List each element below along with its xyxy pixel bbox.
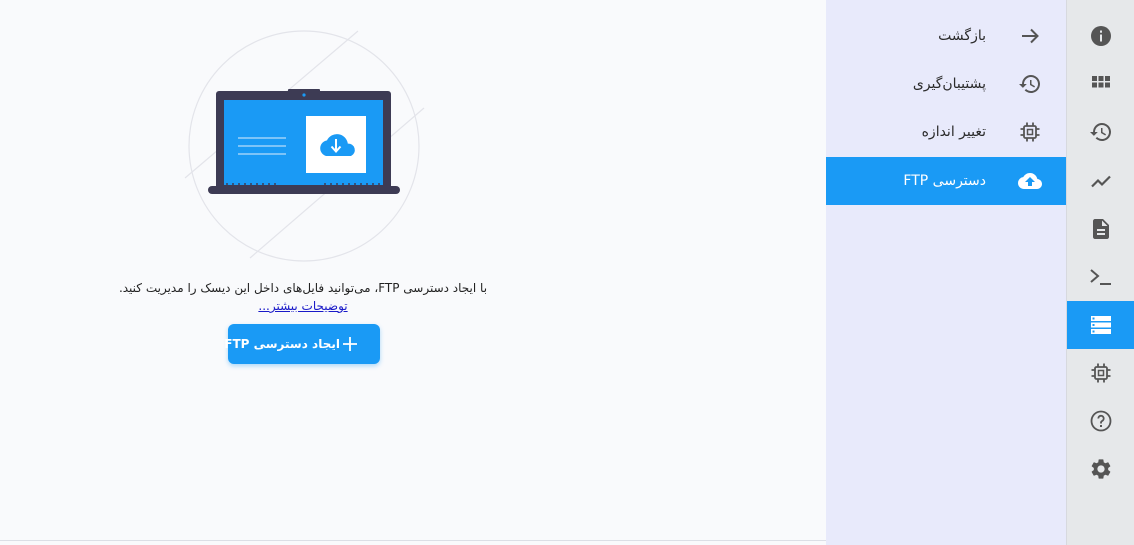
menu-item-label: دسترسی FTP bbox=[903, 173, 986, 189]
chip-icon bbox=[1020, 122, 1040, 142]
menu-item-label: بازگشت bbox=[938, 28, 986, 44]
rail-item-history[interactable] bbox=[1067, 108, 1134, 156]
create-ftp-button[interactable]: ایجاد دسترسی FTP bbox=[224, 324, 380, 364]
arrow-right-icon bbox=[1022, 28, 1039, 44]
chart-line-icon bbox=[1091, 175, 1111, 188]
info-icon bbox=[1091, 26, 1111, 46]
section-menu: بازگشت پشتیبان‌گیری تغییر اندازه دسترسی … bbox=[826, 0, 1066, 545]
rail-item-resources[interactable] bbox=[1067, 349, 1134, 397]
menu-item-label: تغییر اندازه bbox=[921, 124, 986, 140]
more-info-link[interactable]: توضیحات بیشتر... bbox=[258, 299, 347, 313]
help-icon bbox=[1090, 410, 1112, 432]
rail-item-apps[interactable] bbox=[1067, 60, 1134, 108]
rail-item-settings[interactable] bbox=[1067, 445, 1134, 493]
menu-item-resize[interactable]: تغییر اندازه bbox=[826, 108, 1066, 156]
rail-item-info[interactable] bbox=[1067, 12, 1134, 60]
chip-icon bbox=[1091, 363, 1111, 383]
history-icon bbox=[1019, 75, 1040, 93]
rail-item-help[interactable] bbox=[1067, 397, 1134, 445]
icon-sidebar bbox=[1066, 0, 1134, 545]
apps-grid-icon bbox=[1092, 76, 1110, 88]
divider bbox=[0, 540, 826, 541]
description-text: با ایجاد دسترسی FTP، می‌توانید فایل‌های … bbox=[118, 281, 488, 295]
plus-icon bbox=[343, 337, 357, 351]
storage-icon bbox=[1091, 316, 1111, 334]
ftp-description: با ایجاد دسترسی FTP، می‌توانید فایل‌های … bbox=[118, 279, 488, 315]
cloud-upload-icon bbox=[1018, 173, 1042, 189]
rail-item-storage[interactable] bbox=[1067, 301, 1134, 349]
terminal-icon bbox=[1090, 269, 1111, 285]
laptop-cloud-illustration bbox=[184, 30, 425, 262]
document-icon bbox=[1093, 219, 1109, 239]
rail-item-console[interactable] bbox=[1067, 253, 1134, 301]
settings-icon bbox=[1091, 459, 1111, 479]
create-ftp-button-label: ایجاد دسترسی FTP bbox=[224, 337, 340, 351]
menu-item-backup[interactable]: پشتیبان‌گیری bbox=[826, 60, 1066, 108]
rail-item-monitoring[interactable] bbox=[1067, 157, 1134, 205]
main-content: با ایجاد دسترسی FTP، می‌توانید فایل‌های … bbox=[0, 0, 826, 545]
menu-item-back[interactable]: بازگشت bbox=[826, 12, 1066, 60]
rail-item-documents[interactable] bbox=[1067, 205, 1134, 253]
history-icon bbox=[1090, 123, 1111, 141]
menu-item-label: پشتیبان‌گیری bbox=[912, 76, 986, 92]
menu-item-ftp-access[interactable]: دسترسی FTP bbox=[826, 157, 1066, 205]
